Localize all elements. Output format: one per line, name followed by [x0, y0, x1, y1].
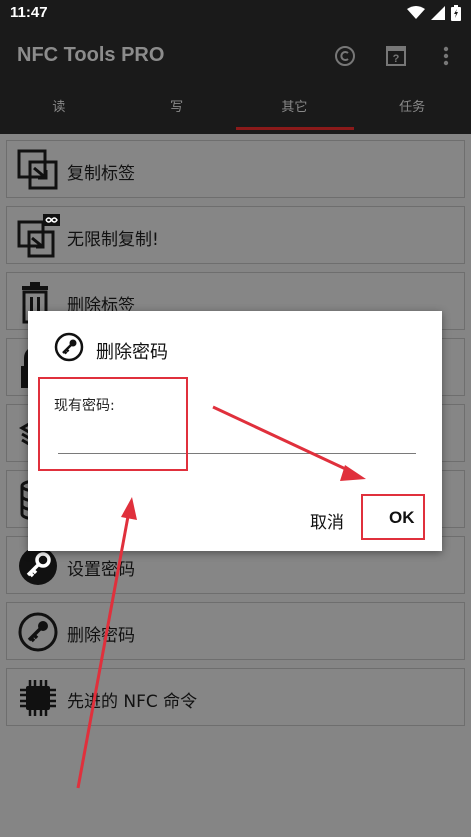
- status-icons: [407, 5, 461, 21]
- status-time: 11:47: [10, 4, 48, 21]
- cancel-button[interactable]: 取消: [304, 507, 350, 534]
- copyright-icon[interactable]: [331, 42, 359, 70]
- dialog-title: 删除密码: [96, 342, 168, 363]
- list-item-remove-password[interactable]: 删除密码: [6, 602, 465, 660]
- status-bar: 11:47: [0, 0, 471, 28]
- list-item-advanced-nfc-commands[interactable]: 先进的 NFC 命令: [6, 668, 465, 726]
- annotation-box-ok: [361, 494, 425, 540]
- tab-write[interactable]: 写: [118, 84, 236, 134]
- list-item-label: 设置密码: [67, 560, 135, 580]
- tab-tasks[interactable]: 任务: [353, 84, 471, 134]
- unlimited-copy-icon: [17, 214, 60, 258]
- list-item-label: 删除密码: [67, 626, 135, 646]
- list-item-label: 无限制复制!: [67, 230, 159, 250]
- list-item-unlimited-copy[interactable]: 无限制复制!: [6, 206, 465, 264]
- signal-icon: [431, 6, 445, 20]
- key-icon: [54, 332, 84, 362]
- more-vert-icon[interactable]: [432, 42, 460, 70]
- list-item-copy-tag[interactable]: 复制标签: [6, 140, 465, 198]
- app-bar: NFC Tools PRO ?: [0, 28, 471, 84]
- wifi-icon: [407, 6, 425, 19]
- app-title: NFC Tools PRO: [17, 44, 165, 66]
- remove-password-key-icon: [18, 612, 58, 652]
- copy-tag-icon: [17, 149, 58, 190]
- list-item-label: 先进的 NFC 命令: [67, 692, 198, 712]
- list-item-label: 复制标签: [67, 164, 135, 184]
- tab-read[interactable]: 读: [0, 84, 118, 134]
- help-box-icon[interactable]: ?: [382, 42, 410, 70]
- battery-charging-icon: [451, 5, 461, 21]
- annotation-box-password-field: [38, 377, 188, 471]
- svg-text:?: ?: [393, 53, 400, 65]
- tab-other[interactable]: 其它: [235, 84, 354, 134]
- tab-bar: 读 写 其它 任务: [0, 84, 471, 134]
- chip-icon: [20, 680, 56, 716]
